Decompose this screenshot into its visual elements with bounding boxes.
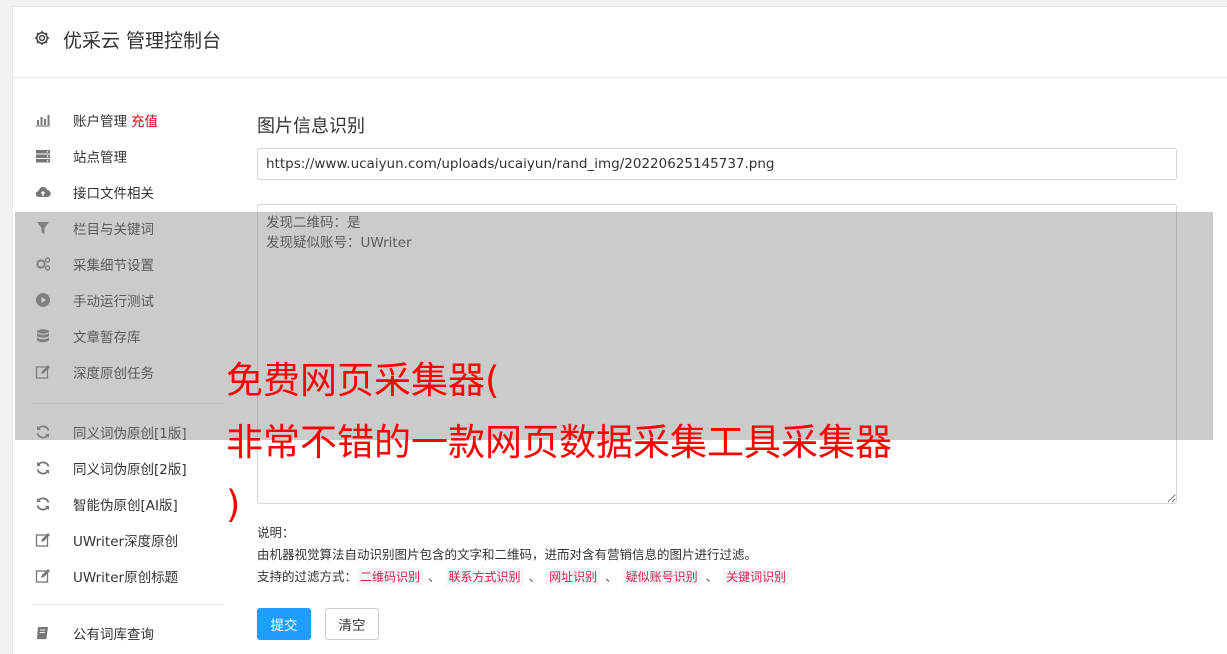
filter-tag: 联系方式识别 [445, 568, 524, 586]
header: 优采云 管理控制台 [13, 7, 1227, 78]
page-title: 优采云 管理控制台 [63, 30, 222, 52]
description-line: 由机器视觉算法自动识别图片包含的文字和二维码，进而对含有营销信息的图片进行过滤。 [257, 547, 758, 562]
sidebar-item-label: UWriter深度原创 [73, 534, 179, 550]
tag-separator: 、 [605, 569, 618, 584]
sidebar-item-label: 同义词伪原创[2版] [73, 462, 187, 478]
book-icon [33, 625, 53, 641]
sidebar-item-label: 账户管理 [73, 114, 127, 130]
image-url-input[interactable] [257, 148, 1177, 180]
cloud-upload-icon [33, 184, 53, 200]
tag-separator: 、 [705, 569, 719, 584]
tag-separator: 、 [528, 569, 542, 584]
filter-tag: 网址识别 [546, 568, 601, 586]
sidebar-item-account[interactable]: 账户管理 充值 [33, 102, 223, 138]
sidebar-item-uwriter-deep[interactable]: UWriter深度原创 [33, 522, 223, 558]
bar-chart-icon [33, 112, 53, 128]
tag-separator: 、 [428, 569, 441, 584]
sidebar-item-interface-files[interactable]: 接口文件相关 [33, 174, 223, 210]
sidebar-item-synonym-v2[interactable]: 同义词伪原创[2版] [33, 450, 223, 486]
recharge-link[interactable]: 充值 [131, 110, 158, 130]
edit-icon [33, 568, 53, 584]
sidebar-item-label: 智能伪原创[AI版] [73, 498, 178, 514]
sidebar-item-uwriter-title[interactable]: UWriter原创标题 [33, 558, 223, 594]
sidebar-item-public-lexicon[interactable]: 公有词库查询 [33, 615, 223, 651]
filter-tag: 关键词识别 [723, 568, 790, 586]
sidebar-item-label: 公有词库查询 [73, 627, 154, 643]
sidebar-item-label: 接口文件相关 [73, 186, 154, 202]
sidebar-item-sites[interactable]: 站点管理 [33, 138, 223, 174]
gear-icon [34, 30, 50, 46]
submit-button[interactable]: 提交 [257, 608, 311, 640]
filter-methods: 支持的过滤方式： 二维码识别、联系方式识别、网址识别、疑似账号识别、关键词识别 [257, 566, 790, 588]
server-icon [33, 148, 53, 164]
sidebar-item-label: 站点管理 [73, 150, 127, 166]
sidebar-item-ai-rewrite[interactable]: 智能伪原创[AI版] [33, 486, 223, 522]
filter-methods-prefix: 支持的过滤方式： [257, 569, 358, 584]
edit-icon [33, 532, 53, 548]
filter-tag: 二维码识别 [357, 568, 424, 586]
refresh-icon [33, 496, 53, 512]
overlay-caption: 免费网页采集器( 非常不错的一款网页数据采集工具采集器 ) [226, 359, 892, 526]
sidebar-divider [33, 604, 223, 605]
section-title: 图片信息识别 [257, 116, 365, 137]
clear-button[interactable]: 清空 [325, 608, 379, 640]
filter-tag: 疑似账号识别 [622, 568, 701, 586]
sidebar-item-label: UWriter原创标题 [73, 570, 179, 586]
refresh-icon [33, 460, 53, 476]
